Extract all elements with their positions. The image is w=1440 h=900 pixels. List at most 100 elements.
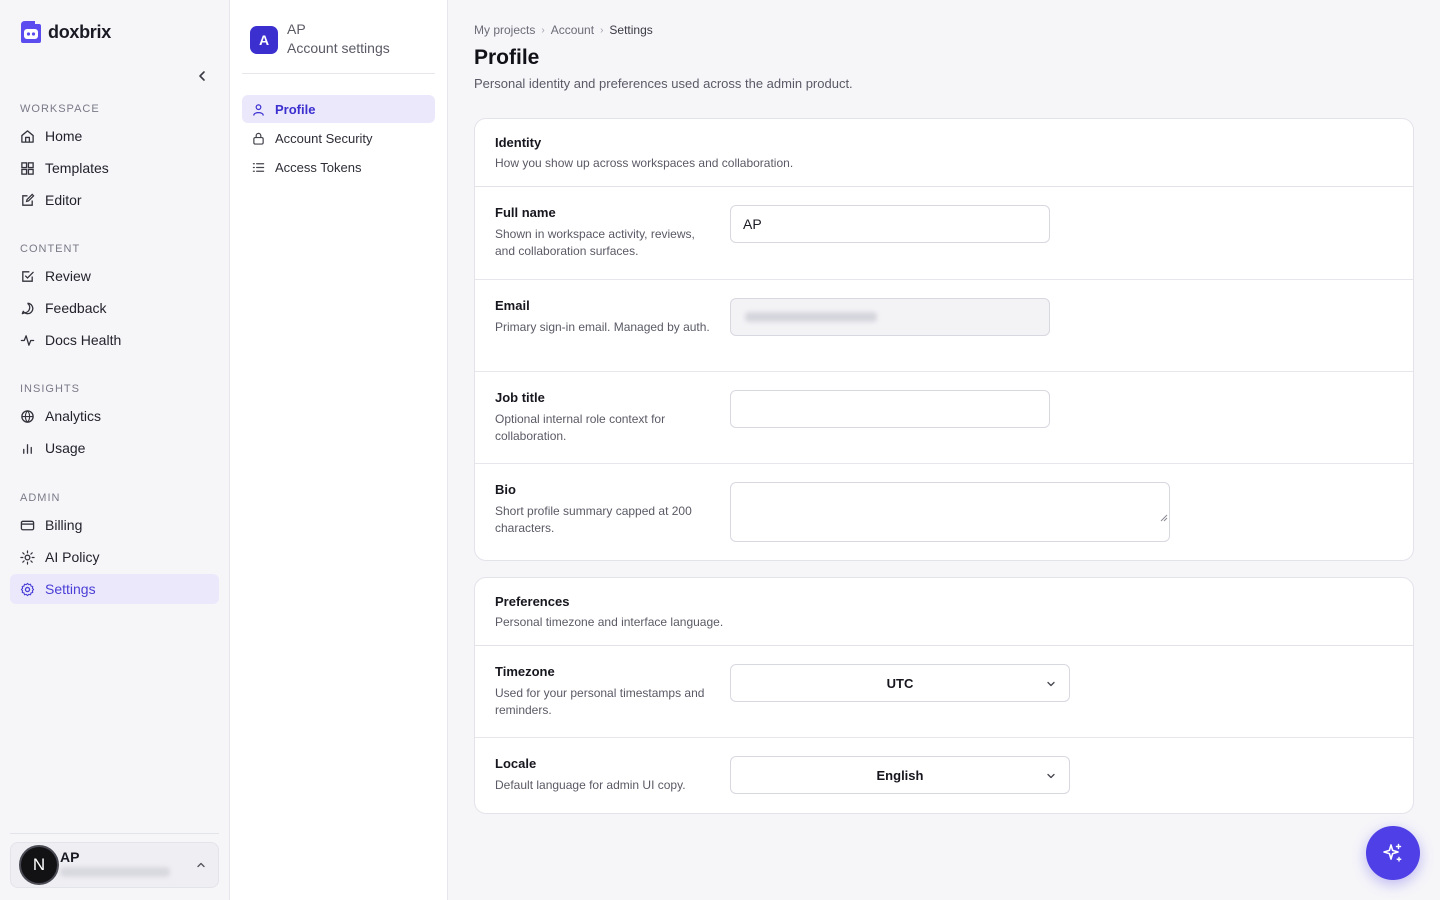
preferences-header: Preferences Personal timezone and interf…	[475, 578, 1413, 646]
field-description: Default language for admin UI copy.	[495, 778, 686, 792]
breadcrumb-separator: ›	[541, 24, 545, 36]
avatar: N	[19, 845, 59, 885]
timezone-row: Timezone Used for your personal timestam…	[475, 646, 1413, 738]
sidebar-item-editor[interactable]: Editor	[10, 185, 219, 215]
sidebar-item-label: Settings	[45, 581, 96, 597]
brand-name: doxbrix	[48, 21, 111, 42]
sidebar-item-docs-health[interactable]: Docs Health	[10, 325, 219, 355]
account-header: A AP Account settings	[242, 12, 435, 74]
globe-icon	[21, 409, 34, 423]
sidebar-item-review[interactable]: Review	[10, 261, 219, 291]
field-description: Optional internal role context for colla…	[495, 412, 666, 443]
nav-heading: ADMIN	[20, 492, 61, 504]
bio-textarea[interactable]	[730, 482, 1170, 542]
full-name-input[interactable]	[730, 205, 1050, 243]
sidebar-item-billing[interactable]: Billing	[10, 510, 219, 540]
sidebar-item-analytics[interactable]: Analytics	[10, 401, 219, 431]
message-icon	[21, 302, 34, 314]
page-subtitle: Personal identity and preferences used a…	[474, 76, 853, 91]
sidebar-item-label: Editor	[45, 192, 82, 208]
sidebar-item-label: Home	[45, 128, 83, 144]
breadcrumb-separator: ›	[600, 24, 604, 36]
preferences-card: Preferences Personal timezone and interf…	[474, 577, 1414, 814]
gear-icon	[20, 582, 35, 596]
field-description: Shown in workspace activity, reviews, an…	[495, 227, 695, 258]
select-value: UTC	[886, 676, 914, 691]
email-row: Email Primary sign-in email. Managed by …	[475, 280, 1413, 372]
job-title-input[interactable]	[730, 390, 1050, 428]
sidebar-item-label: Templates	[45, 160, 109, 176]
sidebar-item-settings[interactable]: Settings	[10, 574, 219, 604]
nav-section-admin: ADMIN Billing AI Policy Settings	[10, 488, 219, 604]
resize-handle-icon[interactable]	[1158, 512, 1168, 522]
nav-heading: INSIGHTS	[20, 383, 80, 395]
subnav-item-access-tokens[interactable]: Access Tokens	[242, 153, 435, 181]
activity-icon	[20, 334, 35, 346]
card-description: Personal timezone and interface language…	[495, 615, 724, 629]
user-menu-button[interactable]: N AP	[10, 842, 219, 888]
chevron-down-icon	[1047, 681, 1055, 687]
full-name-row: Full name Shown in workspace activity, r…	[475, 187, 1413, 280]
job-title-row: Job title Optional internal role context…	[475, 372, 1413, 464]
collapse-sidebar-button[interactable]	[192, 66, 212, 86]
credit-card-icon	[20, 520, 35, 530]
sidebar-item-home[interactable]: Home	[10, 121, 219, 151]
home-icon	[21, 129, 34, 143]
nav-section-insights: INSIGHTS Analytics Usage	[10, 379, 219, 463]
account-subtitle: Account settings	[287, 40, 390, 56]
ai-assistant-button[interactable]	[1366, 826, 1420, 880]
card-title: Preferences	[495, 594, 570, 609]
chevron-up-icon	[197, 862, 205, 868]
sidebar-item-label: Feedback	[45, 300, 107, 316]
main-content: My projects › Account › Settings Profile…	[448, 0, 1440, 900]
nav-heading: CONTENT	[20, 243, 81, 255]
sidebar-item-label: Analytics	[45, 408, 102, 424]
account-nav-list: Profile Account Security Access Tokens	[242, 95, 435, 182]
identity-header: Identity How you show up across workspac…	[475, 119, 1413, 187]
identity-card: Identity How you show up across workspac…	[474, 118, 1414, 561]
job-title-label-group: Job title Optional internal role context…	[495, 390, 710, 445]
user-area: N AP	[10, 833, 219, 888]
locale-select[interactable]: English	[730, 756, 1070, 794]
lock-icon	[253, 132, 264, 145]
card-description: How you show up across workspaces and co…	[495, 156, 794, 170]
breadcrumb-my-projects[interactable]: My projects	[474, 23, 535, 37]
card-title: Identity	[495, 135, 542, 150]
subnav-item-account-security[interactable]: Account Security	[242, 124, 435, 152]
email-field	[730, 298, 1050, 336]
timezone-label-group: Timezone Used for your personal timestam…	[495, 664, 710, 719]
bio-label-group: Bio Short profile summary capped at 200 …	[495, 482, 710, 537]
breadcrumb: My projects › Account › Settings	[474, 23, 653, 37]
locale-label-group: Locale Default language for admin UI cop…	[495, 756, 710, 794]
field-description: Used for your personal timestamps and re…	[495, 686, 705, 717]
field-label: Job title	[495, 390, 545, 405]
user-icon	[253, 103, 264, 116]
sidebar-item-feedback[interactable]: Feedback	[10, 293, 219, 323]
check-square-icon	[22, 270, 34, 282]
subnav-item-profile[interactable]: Profile	[242, 95, 435, 123]
page-title: Profile	[474, 46, 540, 69]
sidebar-item-usage[interactable]: Usage	[10, 433, 219, 463]
nav-heading: WORKSPACE	[20, 103, 100, 115]
sidebar: doxbrix WORKSPACE Home Templates Editor …	[0, 0, 230, 900]
bio-row: Bio Short profile summary capped at 200 …	[475, 464, 1413, 560]
sidebar-item-templates[interactable]: Templates	[10, 153, 219, 183]
list-icon	[252, 162, 265, 172]
sidebar-item-ai-policy[interactable]: AI Policy	[10, 542, 219, 572]
edit-icon	[22, 193, 35, 206]
sidebar-item-label: Billing	[45, 517, 83, 533]
nav-section-workspace: WORKSPACE Home Templates Editor	[10, 99, 219, 215]
user-email-redacted	[60, 867, 170, 877]
locale-row: Locale Default language for admin UI cop…	[475, 738, 1413, 813]
field-label: Full name	[495, 205, 556, 220]
sidebar-item-label: AI Policy	[45, 549, 100, 565]
user-name: AP	[60, 849, 80, 865]
brand-logo[interactable]: doxbrix	[20, 20, 111, 44]
field-description: Primary sign-in email. Managed by auth.	[495, 320, 710, 334]
timezone-select[interactable]: UTC	[730, 664, 1070, 702]
field-description: Short profile summary capped at 200 char…	[495, 504, 692, 535]
sidebar-item-label: Usage	[45, 440, 86, 456]
breadcrumb-account[interactable]: Account	[551, 23, 594, 37]
email-value-redacted	[745, 312, 877, 322]
field-label: Email	[495, 298, 530, 313]
